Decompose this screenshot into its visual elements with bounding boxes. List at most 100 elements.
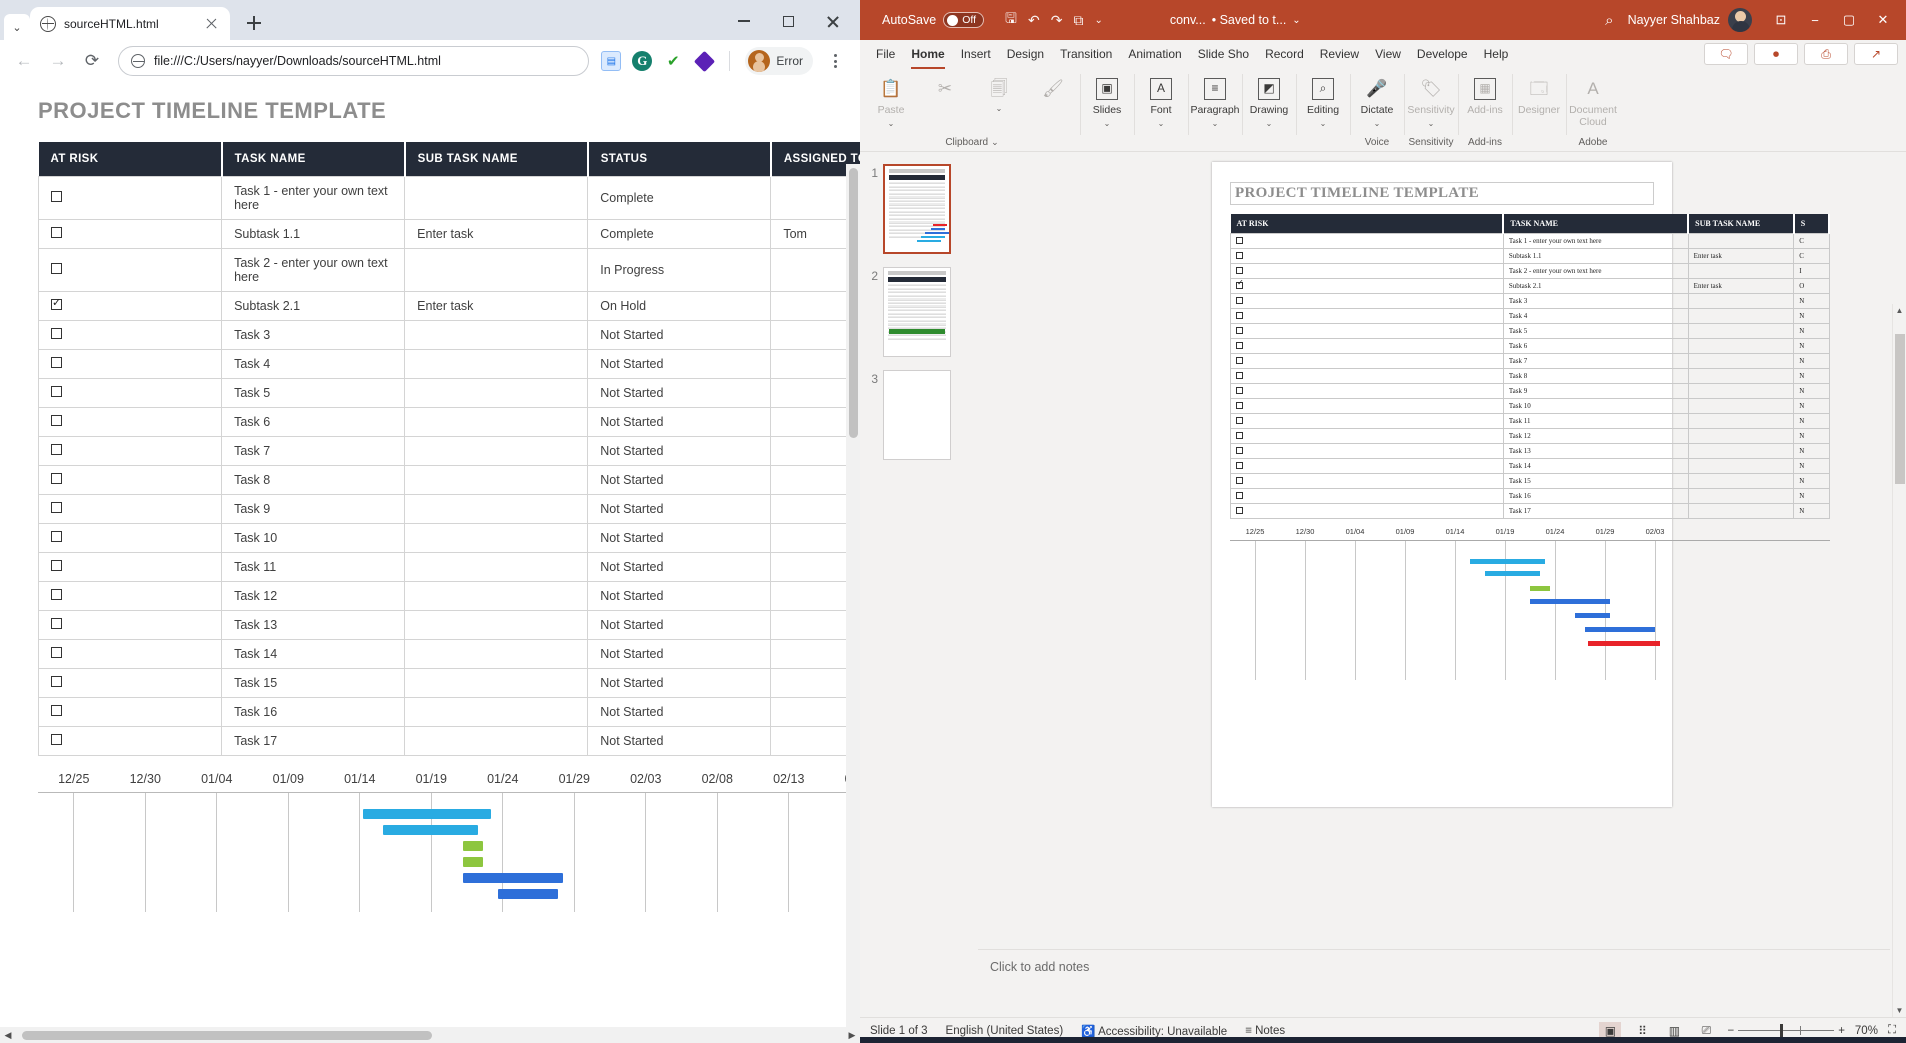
chevron-down-icon[interactable]: ⌄	[1374, 120, 1381, 129]
ribbon-button-drawing[interactable]: ◩Drawing⌄	[1242, 72, 1296, 128]
notes-toggle-button[interactable]: ≡ Notes	[1245, 1025, 1285, 1037]
share-icon[interactable]: ↗	[1854, 43, 1898, 65]
scrollbar-thumb[interactable]	[22, 1031, 432, 1040]
chevron-down-icon[interactable]: ⌄	[1158, 120, 1165, 129]
new-tab-button[interactable]	[240, 9, 268, 37]
scroll-left-arrow-icon[interactable]: ◀	[0, 1030, 16, 1041]
chevron-down-icon[interactable]: ⌄	[1104, 120, 1111, 129]
copy-icon[interactable]: 🗐⌄	[972, 72, 1026, 114]
slide-thumbnail-3[interactable]	[883, 370, 951, 460]
fit-to-window-icon[interactable]: ⛶	[1888, 1024, 1896, 1037]
ribbon-button-font[interactable]: AFont⌄	[1134, 72, 1188, 128]
grammarly-icon[interactable]: G	[632, 51, 652, 71]
slide-at-risk-checkbox[interactable]	[1236, 507, 1243, 514]
slide-at-risk-checkbox[interactable]	[1236, 252, 1243, 259]
accessibility-status[interactable]: ♿ Accessibility: Unavailable	[1081, 1024, 1227, 1038]
chevron-down-icon[interactable]: ⌄	[1320, 120, 1327, 129]
slide-at-risk-checkbox[interactable]	[1236, 492, 1243, 499]
at-risk-checkbox[interactable]	[51, 191, 62, 202]
chevron-down-icon[interactable]: ⌄	[996, 105, 1003, 114]
undo-icon[interactable]: ↶	[1028, 12, 1040, 29]
address-bar[interactable]: file:///C:/Users/nayyer/Downloads/source…	[118, 46, 589, 76]
at-risk-checkbox[interactable]	[51, 502, 62, 513]
zoom-level-label[interactable]: 70%	[1855, 1025, 1878, 1037]
slide-thumbnail-row[interactable]: 3	[866, 370, 978, 460]
menu-item-record[interactable]: Record	[1257, 43, 1312, 65]
at-risk-checkbox[interactable]	[51, 560, 62, 571]
purple-diamond-extension-icon[interactable]	[694, 51, 714, 71]
chevron-down-icon[interactable]: ⌄	[1292, 15, 1300, 26]
autosave-toggle[interactable]: Off	[943, 12, 984, 28]
chevron-down-icon[interactable]: ⌄	[888, 120, 895, 129]
at-risk-checkbox[interactable]	[51, 227, 62, 238]
back-arrow-icon[interactable]: ←	[10, 47, 38, 75]
slide-at-risk-checkbox[interactable]	[1236, 342, 1243, 349]
at-risk-checkbox[interactable]	[51, 618, 62, 629]
kebab-menu-icon[interactable]	[824, 48, 846, 74]
format-painter-icon[interactable]: 🖌	[1026, 72, 1080, 102]
scrollbar-thumb[interactable]	[849, 168, 858, 438]
ribbon-button-paragraph[interactable]: ≡Paragraph⌄	[1188, 72, 1242, 128]
slide-count-label[interactable]: Slide 1 of 3	[870, 1025, 928, 1037]
slide-at-risk-checkbox[interactable]	[1236, 462, 1243, 469]
present-icon[interactable]: ⎙	[1804, 43, 1848, 65]
side-panel-icon[interactable]: ▤	[601, 51, 621, 71]
page-vertical-scrollbar[interactable]	[846, 164, 860, 1027]
slide-at-risk-checkbox[interactable]	[1236, 237, 1243, 244]
slide-thumbnail-row[interactable]: 1	[866, 164, 978, 254]
menu-item-develope[interactable]: Develope	[1409, 43, 1476, 65]
slide-thumbnail-panel[interactable]: 123	[860, 152, 978, 1043]
at-risk-checkbox[interactable]	[51, 589, 62, 600]
zoom-in-icon[interactable]: +	[1838, 1025, 1845, 1037]
save-icon[interactable]: 🖫	[1005, 8, 1017, 32]
scroll-down-arrow-icon[interactable]: ▼	[1893, 1006, 1906, 1015]
ribbon-button-slides[interactable]: ▣Slides⌄	[1080, 72, 1134, 128]
at-risk-checkbox[interactable]	[51, 647, 62, 658]
autosave-control[interactable]: AutoSave Off	[882, 12, 984, 28]
spellcheck-icon[interactable]: ✔	[663, 51, 683, 71]
slide-vertical-scrollbar[interactable]: ▲ ▼	[1892, 304, 1906, 1017]
scrollbar-thumb[interactable]	[1895, 334, 1905, 484]
tab-search-chevron-down-icon[interactable]: ⌄	[4, 14, 30, 40]
scroll-up-arrow-icon[interactable]: ▲	[1893, 306, 1906, 315]
at-risk-checkbox[interactable]	[51, 357, 62, 368]
slide-at-risk-checkbox[interactable]	[1236, 387, 1243, 394]
cut-icon[interactable]: ✂	[918, 72, 972, 102]
current-slide[interactable]: PROJECT TIMELINE TEMPLATE AT RISKTASK NA…	[1212, 162, 1672, 807]
slide-at-risk-checkbox[interactable]	[1236, 447, 1243, 454]
ribbon-button-paste[interactable]: 📋Paste⌄	[864, 72, 918, 128]
at-risk-checkbox[interactable]	[51, 328, 62, 339]
minimize-button[interactable]: −	[1800, 7, 1830, 33]
minimize-button[interactable]	[722, 6, 766, 36]
reload-icon[interactable]: ⟳	[78, 47, 106, 75]
zoom-slider[interactable]: − +	[1727, 1025, 1844, 1037]
scroll-right-arrow-icon[interactable]: ▶	[844, 1030, 860, 1041]
chevron-down-icon[interactable]: ⌄	[1212, 120, 1219, 129]
start-presentation-icon[interactable]: ⧉	[1073, 12, 1083, 29]
browser-tab[interactable]: sourceHTML.html	[30, 7, 230, 40]
slide-at-risk-checkbox[interactable]	[1236, 432, 1243, 439]
slide-at-risk-checkbox[interactable]	[1236, 282, 1243, 289]
slide-at-risk-checkbox[interactable]	[1236, 312, 1243, 319]
forward-arrow-icon[interactable]: →	[44, 47, 72, 75]
at-risk-checkbox[interactable]	[51, 299, 62, 310]
restore-button[interactable]: ▢	[1834, 7, 1864, 33]
user-account-button[interactable]: Nayyer Shahbaz	[1628, 8, 1752, 32]
at-risk-checkbox[interactable]	[51, 415, 62, 426]
menu-item-design[interactable]: Design	[999, 43, 1052, 65]
ribbon-display-options-icon[interactable]: ⊡	[1766, 7, 1796, 33]
menu-item-view[interactable]: View	[1367, 43, 1409, 65]
close-icon[interactable]	[204, 16, 220, 32]
profile-button[interactable]: Error	[745, 47, 813, 75]
at-risk-checkbox[interactable]	[51, 705, 62, 716]
at-risk-checkbox[interactable]	[51, 676, 62, 687]
slide-at-risk-checkbox[interactable]	[1236, 267, 1243, 274]
ribbon-button-document-cloud[interactable]: ADocument Cloud	[1566, 72, 1620, 128]
slide-editing-area[interactable]: PROJECT TIMELINE TEMPLATE AT RISKTASK NA…	[978, 152, 1906, 1043]
chevron-down-icon[interactable]: ⌄	[1428, 120, 1435, 129]
at-risk-checkbox[interactable]	[51, 473, 62, 484]
customize-qat-chevron-down-icon[interactable]: ⌄	[1094, 15, 1102, 26]
language-label[interactable]: English (United States)	[946, 1025, 1064, 1037]
at-risk-checkbox[interactable]	[51, 734, 62, 745]
at-risk-checkbox[interactable]	[51, 531, 62, 542]
